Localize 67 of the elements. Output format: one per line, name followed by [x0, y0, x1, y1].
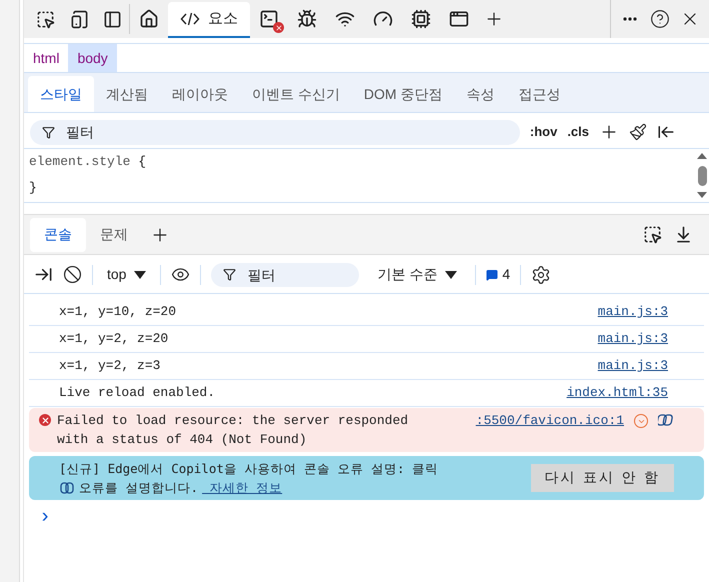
dropdown-triangle-icon — [134, 270, 146, 278]
styles-tab[interactable]: 계산됨 — [94, 76, 160, 112]
styles-tab[interactable]: 속성 — [454, 76, 506, 112]
arrow-left-icon — [657, 123, 675, 141]
sidebar-button[interactable] — [34, 265, 53, 284]
panel-icon — [103, 10, 122, 28]
settings-button[interactable] — [531, 264, 552, 284]
chip-icon — [411, 9, 431, 29]
context-dropdown[interactable]: top — [103, 264, 150, 285]
console-filter-field[interactable]: 필터 — [211, 262, 360, 286]
styles-tab[interactable]: DOM 중단점 — [352, 76, 454, 112]
breadcrumb[interactable]: html — [24, 44, 68, 72]
message-icon — [486, 268, 498, 280]
settings-icon — [531, 264, 552, 284]
help-icon — [650, 9, 670, 29]
breadcrumb[interactable]: body — [68, 44, 117, 72]
sidebar-icon — [34, 265, 53, 284]
styles-tab[interactable]: 이벤트 수신기 — [240, 76, 352, 112]
banner-text: 오류를 설명합니다. — [79, 479, 198, 497]
brush-button[interactable] — [629, 123, 647, 141]
source-link[interactable]: main.js:3 — [598, 329, 668, 349]
device-icon — [70, 10, 88, 28]
copilot-icon — [658, 413, 674, 427]
styles-tab[interactable]: 스타일 — [28, 76, 94, 112]
source-link[interactable]: :5500/favicon.ico:1 — [476, 411, 624, 449]
dropdown-triangle-icon — [445, 270, 458, 278]
filter-icon — [42, 126, 55, 138]
filter-field[interactable]: 필터 — [30, 120, 520, 144]
clear-icon — [63, 265, 82, 284]
code-icon — [180, 11, 200, 27]
log-message: x=1, y=10, z=20 — [59, 303, 176, 322]
console-prompt[interactable]: › — [29, 500, 704, 528]
source-link[interactable]: index.html:35 — [566, 383, 668, 403]
rule-selector: element.style — [29, 154, 130, 169]
copilot-icon — [59, 480, 75, 494]
source-link[interactable]: main.js:3 — [598, 302, 668, 322]
message-text: Failed to load resource: the server responded with a status of 404 (Not Found) — [57, 412, 410, 449]
drawer-tab[interactable]: 문제 — [86, 218, 142, 252]
dashed-square-icon — [643, 225, 662, 244]
brush-icon — [629, 123, 647, 141]
message-count-button[interactable]: 4 — [486, 264, 510, 285]
brace: } — [29, 180, 37, 195]
bug-icon — [297, 9, 317, 29]
log-message: x=1, y=2, z=20 — [59, 330, 168, 348]
log-message: x=1, y=2, z=3 — [59, 357, 160, 376]
styles-tab[interactable]: 레이아웃 — [160, 76, 240, 112]
window-icon — [449, 9, 469, 29]
more-icon — [623, 17, 637, 21]
source-link[interactable]: main.js:3 — [598, 356, 668, 376]
class-button[interactable]: .cls — [567, 122, 589, 142]
sidebar-toggle-button[interactable] — [657, 123, 675, 141]
brace: { — [138, 154, 146, 169]
dismiss-button[interactable]: 다시 표시 안 함 — [530, 464, 674, 492]
learn-more-link[interactable]: 자세한 정보 — [202, 478, 282, 497]
terminal-icon — [259, 9, 279, 29]
styles-tab[interactable]: 접근성 — [506, 76, 572, 112]
log-message: Live reload enabled. — [59, 384, 216, 402]
inspect-icon — [36, 10, 54, 28]
log-level-dropdown[interactable]: 기본 수준 — [369, 264, 466, 285]
clear-console-button[interactable] — [63, 265, 82, 284]
drawer-tab[interactable]: 콘솔 — [30, 218, 86, 252]
filter-icon — [223, 268, 236, 280]
panel-tab[interactable]: 요소 — [168, 2, 250, 38]
hover-state-button[interactable]: :hov — [530, 122, 558, 142]
home-icon — [139, 9, 159, 29]
error-icon — [39, 414, 51, 426]
banner-text: [신규] Edge에서 Copilot을 사용하여 콘솔 오류 설명: 클릭 — [59, 460, 438, 478]
